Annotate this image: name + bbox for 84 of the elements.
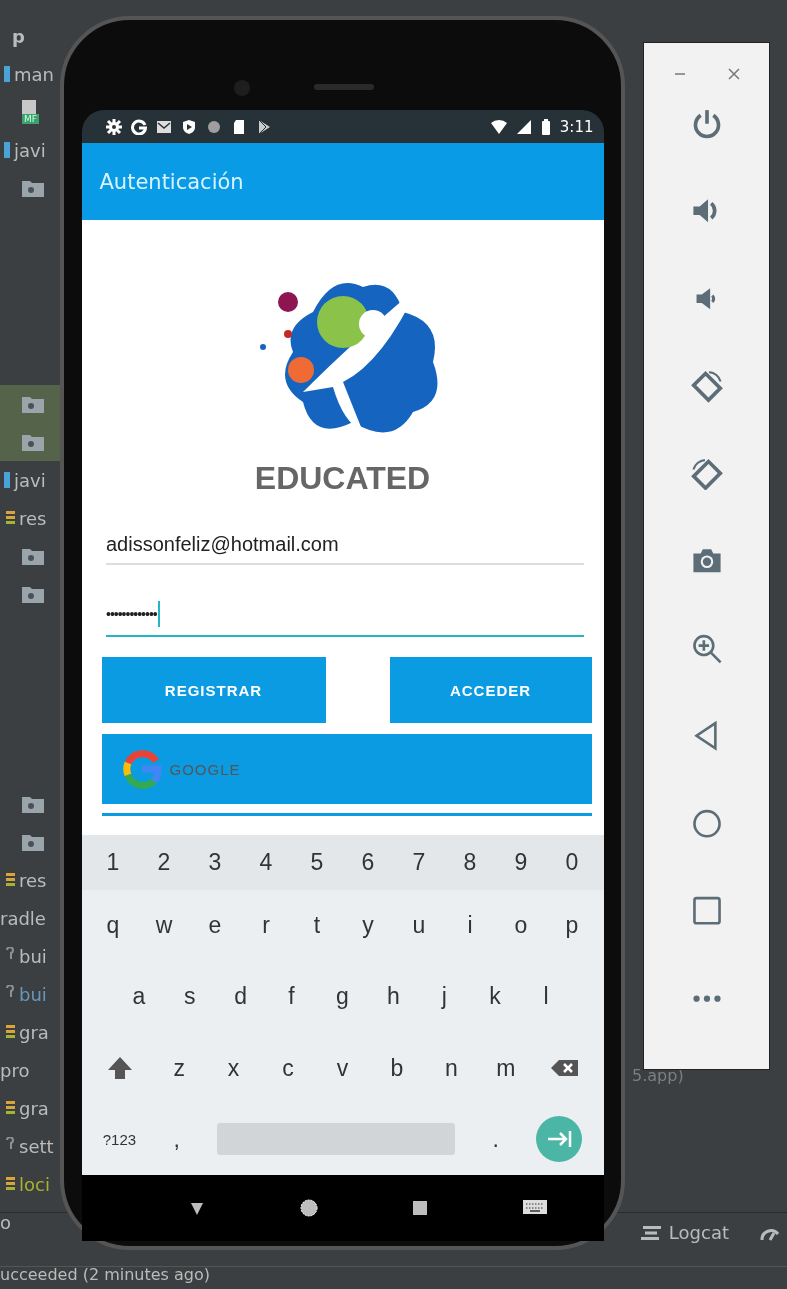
list-icon [640,1225,661,1240]
home-icon[interactable] [298,1198,319,1218]
tree-item-label[interactable]: res [19,507,47,529]
tree-item-label[interactable]: res [19,869,47,891]
tree-item-label[interactable]: pro [0,1059,30,1081]
keyboard-key[interactable]: 3 [205,849,225,876]
close-icon[interactable] [726,67,741,81]
keyboard-key[interactable]: v [332,1054,353,1082]
keyboard-key[interactable]: f [281,983,302,1011]
keyboard-key[interactable]: 6 [358,849,378,876]
keyboard-key[interactable]: l [535,983,556,1011]
keyboard-key[interactable]: r [256,912,276,940]
google-icon [130,118,147,135]
keyboard-key[interactable]: z [169,1054,190,1082]
keyboard-key[interactable]: d [230,983,251,1011]
rotate-right-icon[interactable] [689,456,724,491]
keyboard-key[interactable]: , [166,1125,187,1153]
mail-icon [155,118,172,135]
keyboard-key[interactable]: 1 [103,849,123,876]
keyboard-key[interactable]: s [179,983,200,1011]
keyboard-key[interactable]: t [307,912,327,940]
keyboard-key[interactable]: j [434,983,455,1011]
next-icon[interactable] [536,1116,583,1163]
keyboard-key[interactable]: g [332,983,353,1011]
keyboard-key[interactable]: . [485,1125,506,1153]
gradle-file-icon [6,871,15,889]
email-input-field[interactable]: adissonfeliz@hotmail.com [106,525,584,565]
selected-tree-row[interactable] [0,385,60,423]
gradle-file-icon [6,1023,15,1041]
keyboard-key[interactable]: k [485,983,506,1011]
keyboard-key[interactable]: 4 [256,849,276,876]
tree-item-label[interactable]: gra [19,1021,49,1043]
build-status-text: ucceeded (2 minutes ago) [0,1265,210,1284]
keyboard-key[interactable]: y [358,912,378,940]
tree-item-label[interactable]: o [0,1211,11,1233]
tree-item-label[interactable]: p [12,25,25,47]
keyboard-key[interactable]: 9 [511,849,531,876]
tree-item-label[interactable]: javi [14,139,46,161]
keyboard-key[interactable]: n [441,1054,462,1082]
speaker-grille [314,84,374,90]
clock-text: 3:11 [559,117,594,136]
rotate-left-icon[interactable] [689,369,724,403]
battery-icon [540,118,551,135]
selected-tree-row[interactable] [0,423,60,461]
keyboard-key[interactable]: e [205,912,225,940]
gradle-file-icon [6,1099,15,1117]
gradle-file-icon [6,1175,15,1193]
tree-item-label[interactable]: bui [19,945,47,967]
keyboard-key[interactable]: a [128,983,149,1011]
run-output-text: 5.app) [632,1066,684,1085]
keyboard-key[interactable]: o [511,912,531,940]
password-input-field[interactable]: ••••••••••••• [106,593,584,637]
keyboard-key[interactable]: ?123 [102,1130,137,1148]
keyboard-key[interactable]: i [460,912,480,940]
google-logo-icon [121,749,162,789]
wifi-icon [490,118,507,135]
logo-wordmark: EDUCATED [254,460,431,497]
keyboard-key[interactable]: 0 [562,849,582,876]
keyboard-key[interactable]: c [278,1054,299,1082]
keyboard-key[interactable]: u [409,912,429,940]
app-bar-title: Autenticación [99,169,244,194]
dot-icon [205,118,222,135]
tree-item-label[interactable]: javi [14,469,46,491]
tree-item-label[interactable]: man [14,63,54,85]
keyboard-key[interactable]: 5 [307,849,327,876]
gear-icon [105,118,122,135]
keyboard-key[interactable]: m [495,1054,516,1082]
gradle-file-icon [6,509,15,527]
keyboard-key[interactable]: x [223,1054,244,1082]
tree-item-label[interactable]: gra [19,1097,49,1119]
keyboard-key[interactable]: 8 [460,849,480,876]
keyboard-key[interactable]: q [103,912,123,940]
logcat-tab[interactable]: Logcat [640,1222,729,1243]
tree-item-label[interactable]: loci [19,1173,50,1195]
tree-item-label[interactable]: radle [0,907,46,929]
keyboard-key[interactable]: 2 [154,849,174,876]
keyboard-key[interactable]: 7 [409,849,429,876]
keyboard-key[interactable]: p [562,912,582,940]
keyboard-key[interactable]: w [154,912,174,940]
signal-icon [515,118,532,135]
shield-icon [180,118,197,135]
keyboard-key[interactable]: b [386,1054,407,1082]
keyboard-key[interactable]: h [383,983,404,1011]
tree-item-label[interactable]: sett [19,1135,54,1157]
